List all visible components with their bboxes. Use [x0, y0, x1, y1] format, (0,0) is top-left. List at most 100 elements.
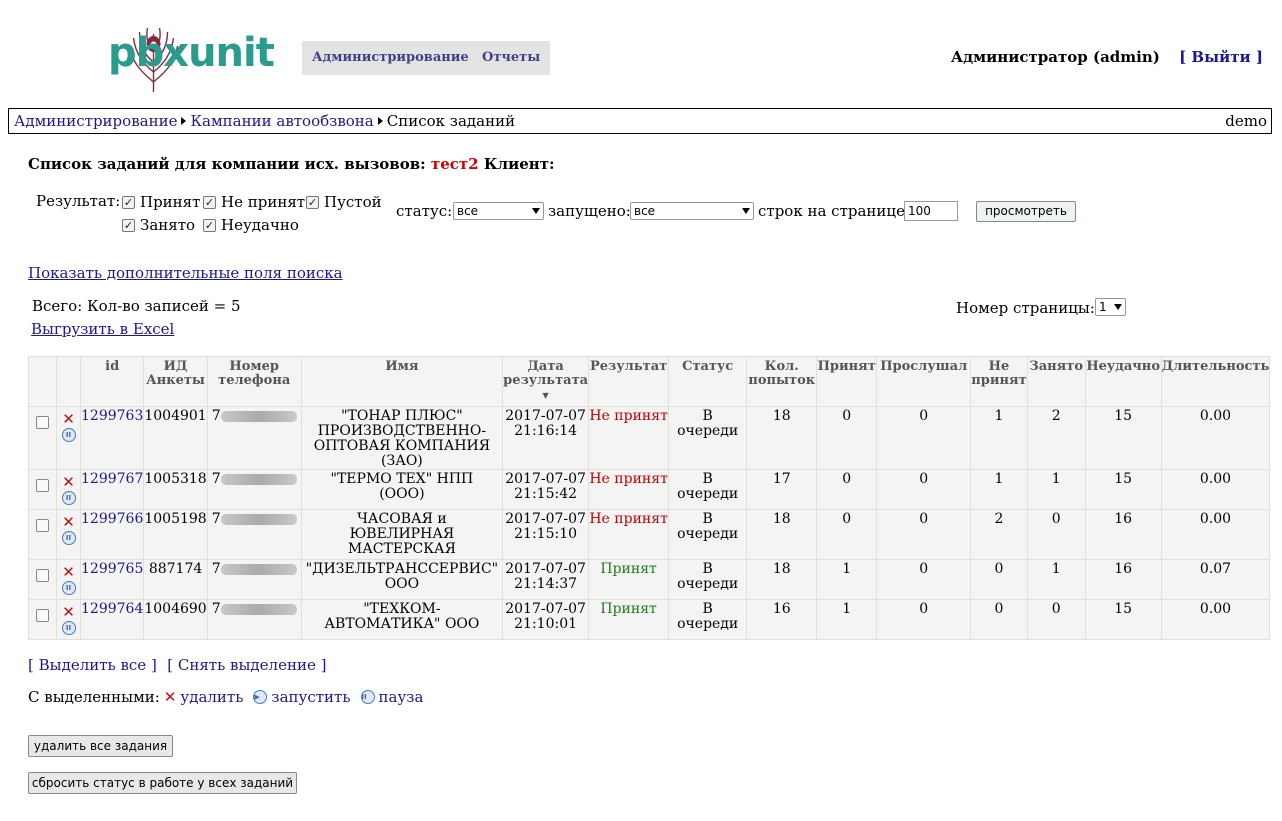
phone-redacted — [220, 473, 297, 485]
row-checkbox[interactable] — [36, 416, 49, 429]
cell-phone: 7 — [206, 599, 302, 640]
started-select[interactable]: все — [630, 202, 754, 220]
delete-icon[interactable]: ✕ — [57, 515, 80, 530]
filter-accepted-checkbox[interactable]: ✓ Принят — [122, 193, 200, 211]
bulk-start-link[interactable]: запустить — [271, 688, 350, 706]
task-id-link[interactable]: 1299765 — [81, 561, 143, 577]
cell-status: В очереди — [668, 406, 748, 470]
bulk-delete-link[interactable]: удалить — [180, 688, 243, 706]
pause-icon[interactable]: II — [61, 491, 76, 505]
phone-prefix: 7 — [211, 511, 221, 527]
header-busy[interactable]: Занято — [1026, 356, 1086, 407]
result-date: 2017-07-07 — [505, 561, 586, 577]
checkbox-label: Не принят — [221, 193, 306, 211]
delete-all-tasks-button[interactable]: удалить все задания — [28, 735, 173, 757]
rows-per-page-input[interactable] — [904, 201, 958, 221]
filter-not-accepted-checkbox[interactable]: ✓ Не принят — [203, 193, 305, 211]
header-actions — [56, 356, 81, 407]
header-select — [28, 356, 57, 407]
delete-icon[interactable]: ✕ — [57, 412, 80, 427]
delete-icon[interactable]: ✕ — [164, 688, 177, 706]
result-date: 2017-07-07 — [505, 601, 586, 617]
cell-accepted: 0 — [816, 406, 878, 470]
checkbox-label: Занято — [140, 216, 196, 234]
cell-attempts: 17 — [746, 469, 818, 510]
delete-icon[interactable]: ✕ — [57, 565, 80, 580]
pause-icon[interactable]: II — [61, 621, 76, 635]
nav-tab-administration[interactable]: Администрирование — [302, 41, 479, 75]
cell-busy: 0 — [1026, 509, 1086, 560]
header-date-label: Дата результата — [503, 359, 589, 388]
page-number-select[interactable]: 1 — [1095, 298, 1126, 316]
breadcrumb-arrow-icon — [181, 117, 187, 125]
header-attempts[interactable]: Кол. попыток — [746, 356, 818, 407]
show-extra-fields-link[interactable]: Показать дополнительные поля поиска — [28, 264, 343, 282]
delete-icon[interactable]: ✕ — [57, 605, 80, 620]
header-listened[interactable]: Прослушал — [876, 356, 972, 407]
delete-icon[interactable]: ✕ — [57, 475, 80, 490]
row-checkbox[interactable] — [36, 609, 49, 622]
pause-icon[interactable]: II — [61, 531, 76, 545]
phone-prefix: 7 — [211, 601, 221, 617]
header-status[interactable]: Статус — [668, 356, 748, 407]
view-button[interactable]: просмотреть — [976, 201, 1076, 222]
pause-icon[interactable]: II — [61, 581, 76, 595]
header-not-accepted[interactable]: Не принят — [970, 356, 1028, 407]
task-id-link[interactable]: 1299764 — [81, 601, 143, 617]
filter-empty-checkbox[interactable]: ✓ Пустой — [306, 193, 382, 211]
cell-phone: 7 — [206, 469, 302, 510]
export-excel-link[interactable]: Выгрузить в Excel — [31, 320, 174, 338]
header-name[interactable]: Имя — [300, 356, 504, 407]
cell-accepted: 0 — [816, 509, 878, 560]
row-checkbox[interactable] — [36, 519, 49, 532]
header-result[interactable]: Результат — [588, 356, 670, 407]
row-checkbox[interactable] — [36, 479, 49, 492]
row-checkbox[interactable] — [36, 569, 49, 582]
current-user-label: Администратор (admin) — [950, 48, 1160, 66]
header-failed[interactable]: Неудачно — [1084, 356, 1162, 407]
breadcrumb-current: Список заданий — [386, 112, 516, 130]
filter-busy-checkbox[interactable]: ✓ Занято — [122, 216, 195, 234]
task-id-link[interactable]: 1299767 — [81, 471, 143, 487]
cell-date: 2017-07-07 21:10:01 — [502, 599, 590, 640]
result-time: 21:16:14 — [514, 423, 578, 439]
logout-link[interactable]: [ Выйти ] — [1179, 48, 1263, 66]
phone-prefix: 7 — [211, 408, 221, 424]
header-phone[interactable]: Номер телефона — [206, 356, 302, 407]
cell-not-accepted: 0 — [970, 559, 1028, 600]
pause-icon[interactable]: II — [360, 690, 375, 704]
breadcrumb-arrow-icon — [377, 117, 383, 125]
cell-form-id: 1005318 — [143, 469, 208, 510]
cell-duration: 0.00 — [1160, 469, 1271, 510]
checkbox-checked-icon: ✓ — [122, 218, 135, 232]
row-actions-cell: ✕ II — [56, 469, 81, 510]
pause-icon[interactable]: II — [61, 428, 76, 442]
play-icon[interactable]: ▶ — [253, 690, 268, 704]
cell-not-accepted: 1 — [970, 406, 1028, 470]
header-accepted[interactable]: Принят — [816, 356, 878, 407]
table-row: ✕ II 1299766 1005198 7 ЧАСОВАЯ и ЮВЕЛИРНАЯ МА… — [28, 509, 1271, 560]
page-title: Список заданий для компании исх. вызовов… — [28, 155, 555, 173]
filter-failed-checkbox[interactable]: ✓ Неудачно — [203, 216, 299, 234]
user-info: Администратор (admin) [ Выйти ] — [951, 48, 1263, 66]
cell-listened: 0 — [876, 599, 972, 640]
cell-accepted: 0 — [816, 469, 878, 510]
select-all-link[interactable]: [ Выделить все ] — [28, 656, 157, 674]
task-id-link[interactable]: 1299766 — [81, 511, 143, 527]
deselect-all-link[interactable]: [ Снять выделение ] — [167, 656, 326, 674]
status-select[interactable]: все — [453, 202, 544, 220]
started-filter-label: запущено: — [548, 202, 631, 220]
header-id[interactable]: id — [79, 356, 145, 407]
header-date[interactable]: Дата результата ▼ — [502, 356, 590, 407]
breadcrumb-campaigns[interactable]: Кампании автообзвона — [190, 112, 373, 130]
bulk-pause-link[interactable]: пауза — [379, 688, 424, 706]
dropdown-arrow-icon — [742, 208, 750, 214]
task-id-link[interactable]: 1299763 — [81, 408, 143, 424]
cell-accepted: 1 — [816, 559, 878, 600]
breadcrumb-administration[interactable]: Администрирование — [14, 112, 177, 130]
nav-tab-reports[interactable]: Отчеты — [472, 41, 551, 75]
header-form-id[interactable]: ИД Анкеты — [143, 356, 208, 407]
reset-status-button[interactable]: сбросить статус в работе у всех заданий — [28, 772, 297, 794]
header-duration[interactable]: Длительность — [1160, 356, 1271, 407]
result-time: 21:15:42 — [514, 486, 578, 502]
